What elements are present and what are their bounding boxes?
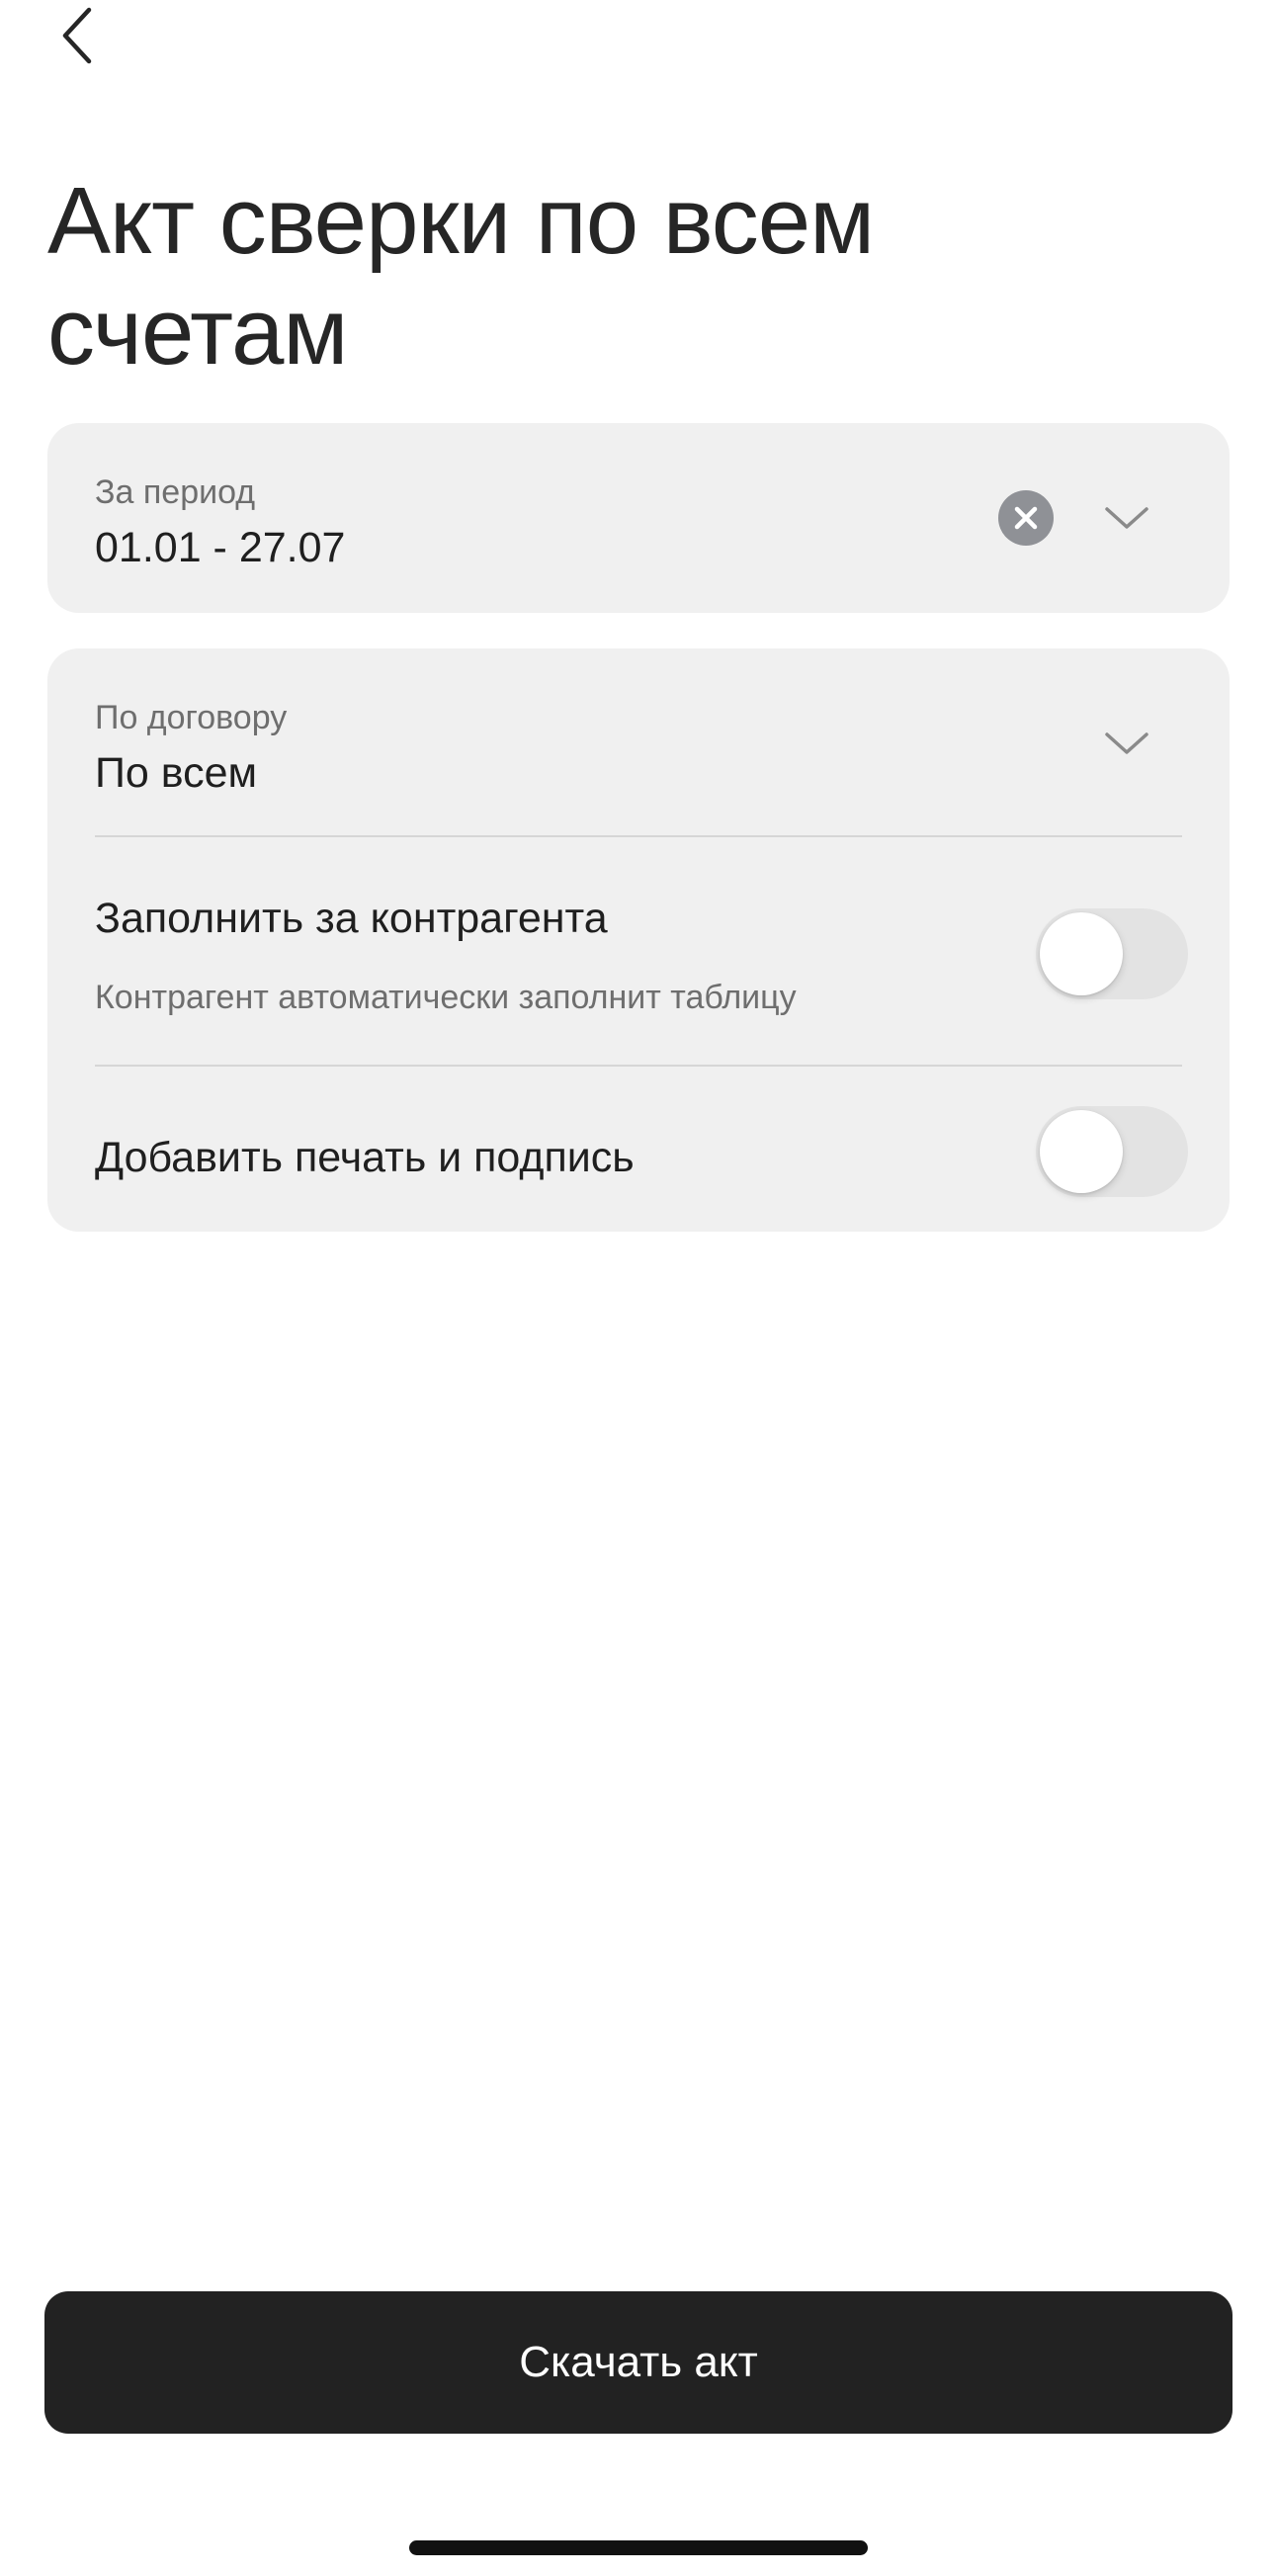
- stamp-signature-title: Добавить печать и подпись: [95, 1134, 635, 1181]
- period-value: 01.01 - 27.07: [95, 524, 346, 571]
- fill-for-counterparty-title: Заполнить за контрагента: [95, 895, 608, 942]
- screen: Акт сверки по всем счетам За период 01.0…: [0, 0, 1275, 2576]
- toggle-knob: [1040, 1110, 1123, 1193]
- fill-for-counterparty-toggle[interactable]: [1036, 908, 1188, 999]
- home-indicator: [409, 2540, 868, 2555]
- options-card: По договору По всем Заполнить за контраг…: [47, 648, 1230, 1232]
- chevron-down-icon: [1105, 732, 1148, 754]
- period-expand-button[interactable]: [1097, 488, 1156, 548]
- toggle-knob: [1040, 912, 1123, 995]
- download-act-button[interactable]: Скачать акт: [44, 2291, 1232, 2434]
- page-title: Акт сверки по всем счетам: [47, 168, 875, 385]
- contract-label: По договору: [95, 699, 288, 736]
- fill-for-counterparty-subtitle: Контрагент автоматически заполнит таблиц…: [95, 979, 797, 1016]
- clear-icon: [1014, 506, 1038, 530]
- contract-expand-button[interactable]: [1097, 714, 1156, 773]
- chevron-left-icon: [62, 7, 92, 64]
- contract-field[interactable]: По договору По всем: [47, 648, 1230, 836]
- contract-value: По всем: [95, 749, 258, 797]
- chevron-down-icon: [1105, 507, 1148, 529]
- back-button[interactable]: [47, 0, 107, 71]
- period-field[interactable]: За период 01.01 - 27.07: [47, 423, 1230, 613]
- clear-period-button[interactable]: [998, 490, 1054, 546]
- period-label: За период: [95, 473, 256, 511]
- fill-for-counterparty-row: Заполнить за контрагента Контрагент авто…: [47, 837, 1230, 1065]
- stamp-signature-row: Добавить печать и подпись: [47, 1067, 1230, 1232]
- stamp-signature-toggle[interactable]: [1036, 1106, 1188, 1197]
